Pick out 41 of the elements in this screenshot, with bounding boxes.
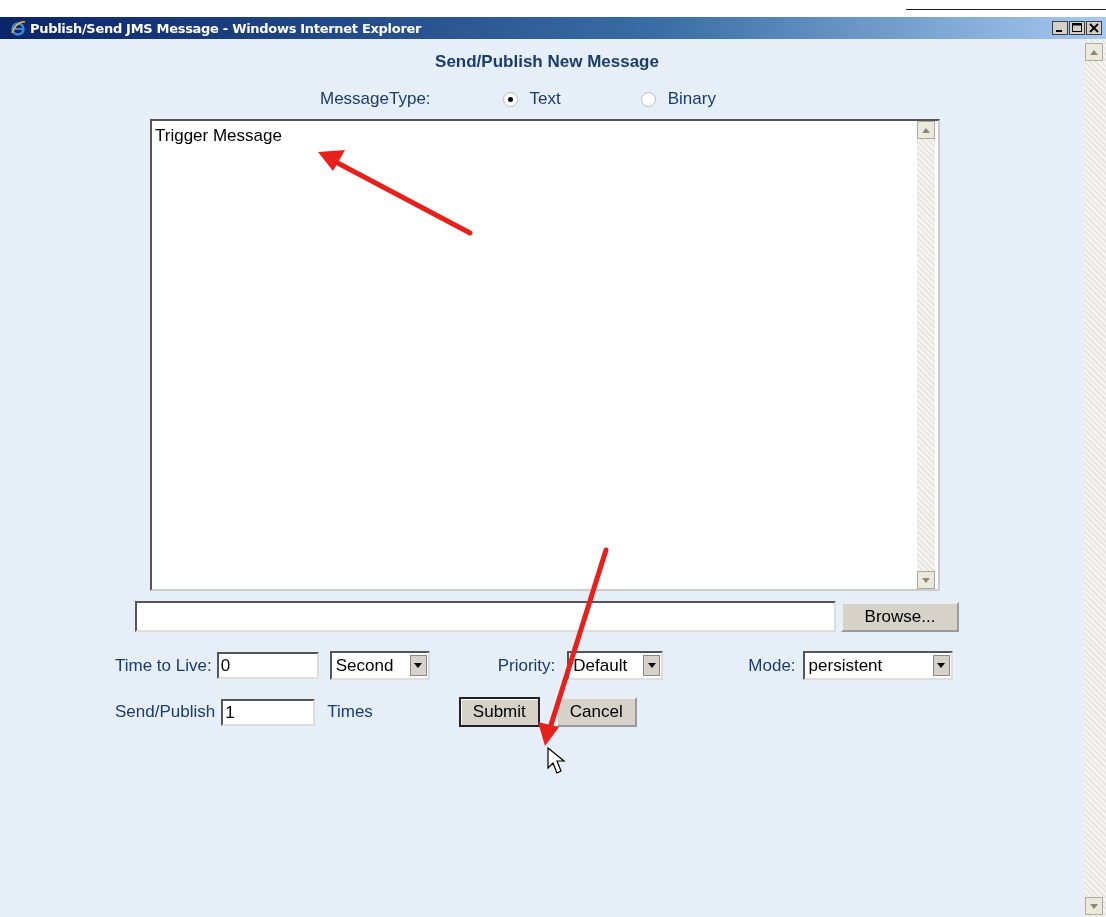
scroll-down-button[interactable] [1085,897,1103,915]
unit-dropdown[interactable]: Second [329,651,430,680]
field-label: Priority: [497,655,556,676]
time-to-live-field[interactable]: 0 [216,652,319,679]
page-heading: Send/Publish New Message [434,52,660,72]
field-label: Times [327,702,373,722]
caret-icon [937,663,946,668]
up-triangle-icon [1090,49,1098,55]
close-icon[interactable] [1086,21,1102,35]
mouse-pointer-icon [547,746,566,774]
up-triangle-icon [922,127,930,133]
browse-button[interactable]: Browse... [841,601,959,632]
file-path-field[interactable] [135,601,836,632]
down-triangle-icon [1090,903,1098,909]
field-label: MessageType: [320,89,431,109]
repeat-count-field[interactable]: 1 [221,698,316,726]
radio-label: Text [529,89,561,109]
page-scrollbar[interactable] [1084,39,1106,917]
field-label: Mode: [748,655,796,676]
submit-button[interactable]: Submit [458,697,540,727]
scroll-up-button[interactable] [917,121,935,139]
window-title: Publish/Send JMS Message - Windows Internet Explorer [30,20,422,36]
radio-button[interactable] [502,91,518,107]
message-text-area[interactable]: Trigger Message [150,119,940,591]
radio-label: Binary [667,89,716,109]
scroll-down-button[interactable] [917,571,935,589]
scrollbar[interactable] [917,121,935,589]
minimize-icon[interactable] [1052,21,1068,35]
field-label: Send/Publish [115,702,216,722]
priority-dropdown[interactable]: Default [567,651,664,680]
radio-button[interactable] [640,91,656,107]
scroll-up-button[interactable] [1085,43,1103,61]
maximize-icon[interactable] [1069,21,1085,35]
cancel-button[interactable]: Cancel [555,697,637,727]
browser-logo-icon [10,20,26,36]
caret-icon [647,663,656,668]
caret-icon [414,663,423,668]
message-text: Trigger Message [154,125,282,147]
mode-dropdown[interactable]: persistent [802,651,953,680]
field-label: Time to Live: [115,655,212,676]
down-triangle-icon [922,577,930,583]
